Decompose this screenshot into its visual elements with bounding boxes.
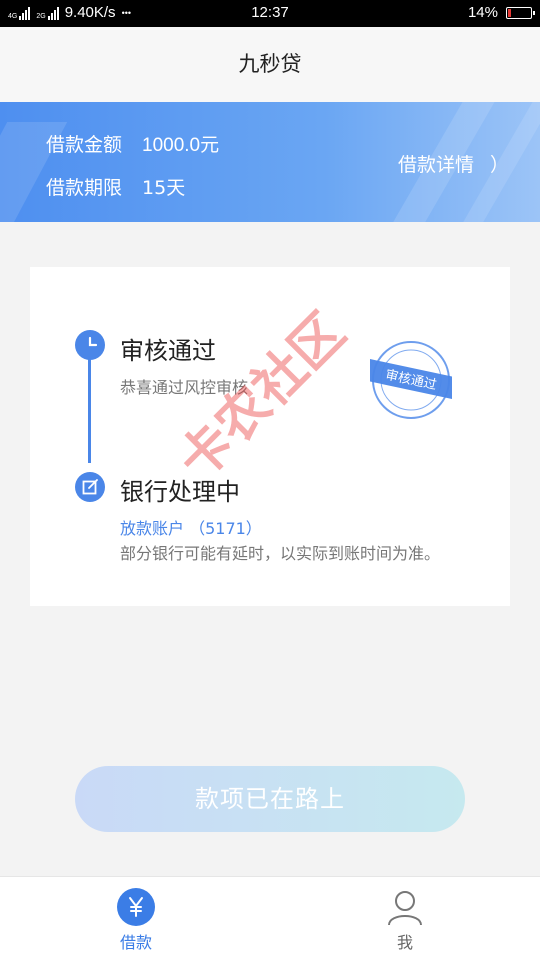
progress-card: 审核通过 恭喜通过风控审核 审核通过 银行处理中 放款账户 （5171） 部分银…	[30, 267, 510, 606]
loan-summary-banner: 借款金额 1000.0元 借款期限 15天 借款详情 ）	[0, 102, 540, 222]
loan-detail-label: 借款详情	[398, 154, 475, 176]
tab-me[interactable]: 我	[345, 887, 465, 953]
step-2-title: 银行处理中	[120, 478, 240, 506]
step-1-title: 审核通过	[120, 337, 216, 365]
page-title: 九秒贷	[0, 27, 540, 102]
step-2-note: 部分银行可能有延时，以实际到账时间为准。	[120, 544, 441, 563]
loan-term-row: 借款期限 15天	[46, 173, 185, 200]
loan-amount-row: 借款金额 1000.0元	[46, 130, 219, 157]
battery-icon	[506, 6, 535, 19]
chevron-right-icon: ）	[490, 154, 510, 176]
edit-icon	[75, 472, 105, 502]
battery-percent: 14%	[467, 4, 498, 21]
loan-amount-value: 1000.0元	[142, 135, 220, 156]
tab-me-label: 我	[396, 933, 413, 952]
yen-icon	[117, 888, 155, 926]
approved-stamp: 审核通过	[370, 341, 452, 419]
step-1-subtitle: 恭喜通过风控审核	[120, 378, 249, 397]
status-bar: 4G 2G 9.40K/s ••• 12:37 14%	[0, 0, 540, 27]
loan-term-label: 借款期限	[46, 177, 123, 199]
payout-account-link[interactable]: 放款账户 （5171）	[120, 515, 262, 539]
tab-loan-label: 借款	[119, 933, 152, 952]
timeline-line	[88, 359, 91, 463]
loan-amount-label: 借款金额	[46, 134, 123, 156]
tab-loan[interactable]: 借款	[76, 887, 196, 953]
status-button[interactable]: 款项已在路上	[75, 766, 465, 832]
clock-icon	[75, 330, 105, 360]
user-icon	[388, 891, 422, 926]
loan-term-value: 15天	[142, 177, 186, 199]
loan-detail-link[interactable]: 借款详情 ）	[398, 150, 509, 177]
status-right: 14%	[467, 4, 535, 21]
bottom-tab-bar: 借款 我	[0, 876, 540, 961]
clock: 12:37	[251, 4, 289, 21]
